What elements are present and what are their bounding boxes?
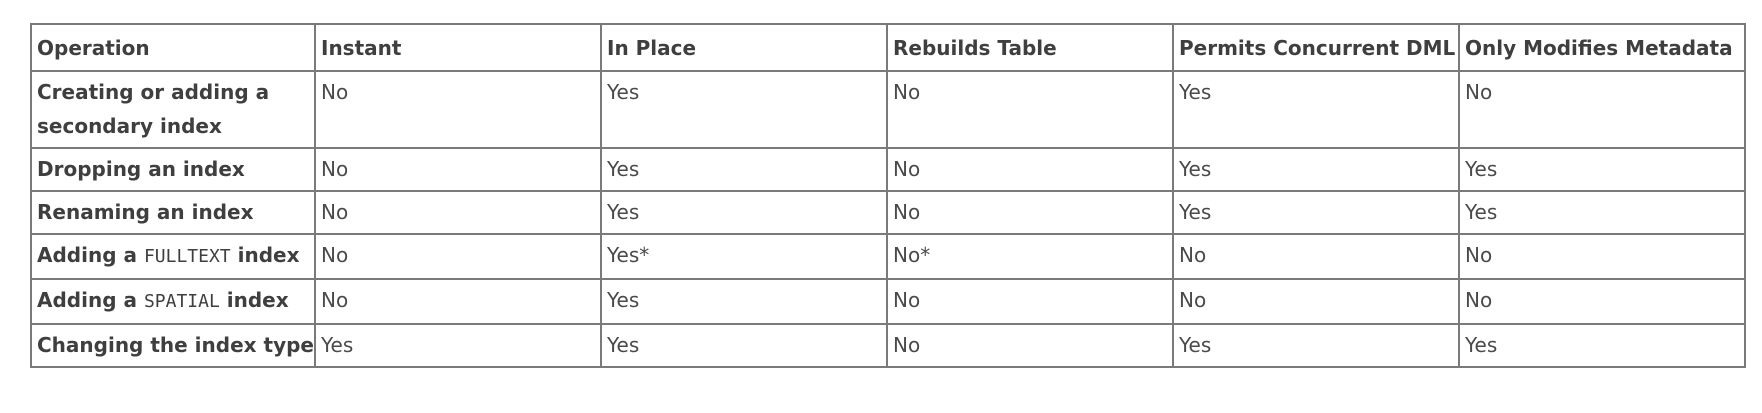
online-ddl-index-operations-table: Operation Instant In Place Rebuilds Tabl…: [30, 23, 1746, 368]
instant-cell: No: [314, 233, 602, 280]
spatial-code: SPATIAL: [143, 291, 220, 312]
operation-text: Dropping an index: [37, 157, 245, 181]
operation-text-suffix: index: [230, 243, 300, 267]
rebuilds-table-cell: No: [886, 147, 1174, 192]
rebuilds-table-cell: No*: [886, 233, 1174, 280]
header-rebuilds-table: Rebuilds Table: [886, 23, 1174, 72]
table-row: Adding a SPATIAL index No Yes No No No: [30, 278, 1746, 325]
header-only-modifies-metadata: Only Modifies Metadata: [1458, 23, 1746, 72]
instant-cell: Yes: [314, 323, 602, 368]
instant-cell: No: [314, 70, 602, 149]
operation-text-prefix: Adding a: [37, 243, 144, 267]
rebuilds-table-cell: No: [886, 70, 1174, 149]
permits-concurrent-dml-cell: Yes: [1172, 190, 1460, 235]
only-modifies-metadata-cell: Yes: [1458, 323, 1746, 368]
header-operation: Operation: [30, 23, 316, 72]
permits-concurrent-dml-cell: Yes: [1172, 147, 1460, 192]
operation-cell: Renaming an index: [30, 190, 316, 235]
only-modifies-metadata-cell: Yes: [1458, 147, 1746, 192]
permits-concurrent-dml-cell: Yes: [1172, 70, 1460, 149]
rebuilds-table-cell: No: [886, 278, 1174, 325]
table-header: Operation Instant In Place Rebuilds Tabl…: [30, 23, 1746, 72]
only-modifies-metadata-cell: No: [1458, 278, 1746, 325]
header-instant: Instant: [314, 23, 602, 72]
only-modifies-metadata-cell: Yes: [1458, 190, 1746, 235]
rebuilds-table-cell: No: [886, 323, 1174, 368]
operation-text: Changing the index type: [37, 333, 314, 357]
in-place-cell: Yes*: [600, 233, 888, 280]
permits-concurrent-dml-cell: No: [1172, 278, 1460, 325]
table-row: Dropping an index No Yes No Yes Yes: [30, 147, 1746, 192]
operation-cell: Adding a FULLTEXT index: [30, 233, 316, 280]
operation-cell: Creating or adding a secondary index: [30, 70, 316, 149]
operation-cell: Changing the index type: [30, 323, 316, 368]
in-place-cell: Yes: [600, 70, 888, 149]
fulltext-code: FULLTEXT: [143, 246, 231, 267]
operation-cell: Adding a SPATIAL index: [30, 278, 316, 325]
operation-text-prefix: Adding a: [37, 288, 144, 312]
operation-text: Creating or adding a secondary index: [37, 80, 270, 138]
table-body: Creating or adding a secondary index No …: [30, 70, 1746, 368]
header-in-place: In Place: [600, 23, 888, 72]
table-row: Renaming an index No Yes No Yes Yes: [30, 190, 1746, 235]
instant-cell: No: [314, 278, 602, 325]
rebuilds-table-cell: No: [886, 190, 1174, 235]
instant-cell: No: [314, 147, 602, 192]
in-place-cell: Yes: [600, 323, 888, 368]
in-place-cell: Yes: [600, 190, 888, 235]
table-row: Changing the index type Yes Yes No Yes Y…: [30, 323, 1746, 368]
only-modifies-metadata-cell: No: [1458, 70, 1746, 149]
table-row: Creating or adding a secondary index No …: [30, 70, 1746, 149]
operation-text-suffix: index: [219, 288, 289, 312]
operation-text: Renaming an index: [37, 200, 254, 224]
instant-cell: No: [314, 190, 602, 235]
only-modifies-metadata-cell: No: [1458, 233, 1746, 280]
permits-concurrent-dml-cell: Yes: [1172, 323, 1460, 368]
operations-table-container: Operation Instant In Place Rebuilds Tabl…: [30, 23, 1746, 368]
permits-concurrent-dml-cell: No: [1172, 233, 1460, 280]
header-permits-concurrent-dml: Permits Concurrent DML: [1172, 23, 1460, 72]
in-place-cell: Yes: [600, 278, 888, 325]
table-row: Adding a FULLTEXT index No Yes* No* No N…: [30, 233, 1746, 280]
in-place-cell: Yes: [600, 147, 888, 192]
operation-cell: Dropping an index: [30, 147, 316, 192]
header-row: Operation Instant In Place Rebuilds Tabl…: [30, 23, 1746, 72]
